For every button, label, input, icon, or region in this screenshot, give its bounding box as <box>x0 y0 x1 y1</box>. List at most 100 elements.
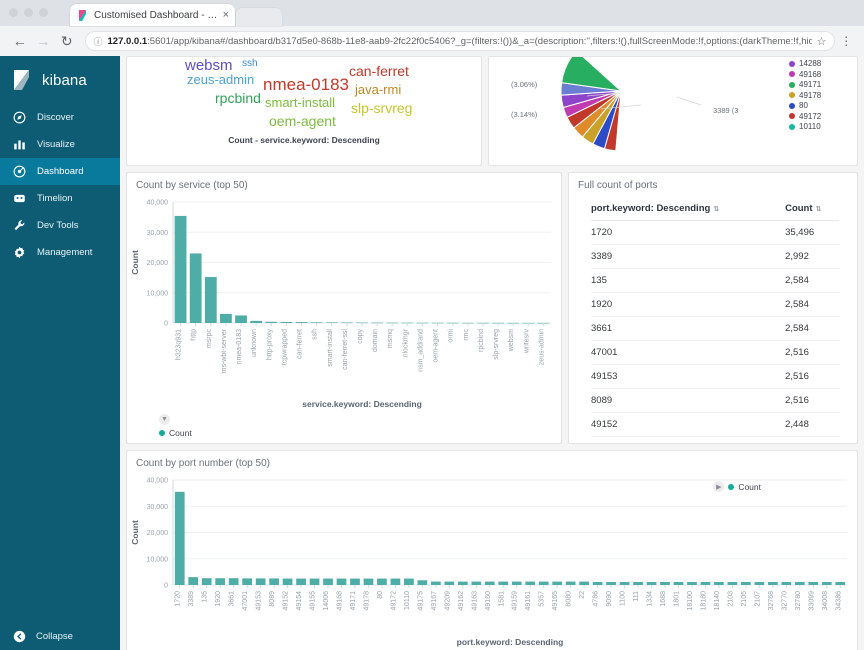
bar[interactable] <box>323 578 333 585</box>
table-row[interactable]: 1720 35,496 <box>591 220 839 245</box>
sidebar-item-discover[interactable]: Discover <box>0 104 120 131</box>
bar[interactable] <box>619 581 630 585</box>
bar[interactable] <box>336 578 347 585</box>
close-tab-button[interactable]: × <box>223 9 229 21</box>
chevron-right-icon[interactable]: ▶ <box>713 481 725 492</box>
bar[interactable] <box>444 581 455 585</box>
panel-full-count-of-ports[interactable]: Full count of ports port.keyword: Descen… <box>568 172 858 444</box>
sort-icon[interactable]: ⇅ <box>816 206 822 213</box>
bar[interactable] <box>340 322 353 324</box>
table-row[interactable]: 3661 2,584 <box>591 316 839 341</box>
legend-item[interactable]: 49171 <box>789 80 857 89</box>
panel-count-by-service[interactable]: Count by service (top 50) 0 10,000 20,000 3… <box>126 172 562 444</box>
bookmark-star-icon[interactable]: ☆ <box>817 35 827 48</box>
tag-cloud-item[interactable]: oem-agent <box>269 113 336 129</box>
address-bar[interactable]: ⓘ 127.0.0.1:5601/app/kibana#/dashboard/b… <box>84 31 836 51</box>
bar[interactable] <box>714 581 724 585</box>
pie-chart-visualization[interactable]: (3.06%) (3.14%) 3389 (3 <box>489 57 785 165</box>
tag-cloud-visualization[interactable]: websm ssh zeus-admin nmea-0183 can-ferret jav… <box>127 57 481 133</box>
sidebar-item-visualize[interactable]: Visualize <box>0 131 120 158</box>
table-row[interactable]: 49152 2,448 <box>591 412 839 437</box>
column-header-count[interactable]: Count ⇅ <box>785 198 839 221</box>
bar[interactable] <box>579 581 589 585</box>
bar[interactable] <box>220 313 232 323</box>
bar[interactable] <box>204 277 217 323</box>
bar[interactable] <box>794 581 805 585</box>
sort-icon[interactable]: ⇅ <box>713 206 719 213</box>
bar[interactable] <box>808 581 819 585</box>
bar[interactable] <box>282 578 293 585</box>
bar[interactable] <box>741 581 751 585</box>
browser-menu-icon[interactable]: ⋮ <box>837 35 855 47</box>
bar[interactable] <box>201 578 212 585</box>
service-chart-visualization[interactable]: 0 10,000 20,000 30,000 40,000 h323q931 http msr… <box>127 194 561 414</box>
bar[interactable] <box>265 321 278 323</box>
bar[interactable] <box>565 581 576 585</box>
legend-item[interactable]: 49178 <box>789 91 857 100</box>
bar[interactable] <box>835 581 846 585</box>
site-info-icon[interactable]: ⓘ <box>94 35 103 48</box>
legend-item[interactable]: 10110 <box>789 122 857 131</box>
bar[interactable] <box>310 322 323 323</box>
table-row[interactable]: 3389 2,992 <box>591 244 839 269</box>
tag-cloud-item[interactable]: can-ferret <box>349 63 409 79</box>
bar[interactable] <box>498 581 509 585</box>
tag-cloud-item[interactable]: nmea-0183 <box>263 75 349 95</box>
bar[interactable] <box>606 581 616 585</box>
bar[interactable] <box>592 581 603 585</box>
table-row[interactable]: 47001 2,516 <box>591 340 839 365</box>
port-chart-legend[interactable]: ▶ Count <box>713 481 761 492</box>
bar[interactable] <box>350 578 360 585</box>
tag-cloud-item[interactable]: ssh <box>242 58 258 69</box>
reload-button[interactable]: ↻ <box>56 30 78 52</box>
back-button[interactable]: ← <box>9 30 31 52</box>
panel-pie-chart[interactable]: (3.06%) (3.14%) 3389 (3 14288 49168 49171 491… <box>488 56 858 166</box>
bar[interactable] <box>431 581 441 585</box>
pie-slices[interactable] <box>560 56 623 152</box>
pie-chart-legend[interactable]: 14288 49168 49171 49178 80 49172 10110 <box>785 57 857 165</box>
bar[interactable] <box>309 578 320 585</box>
table-row[interactable]: 8089 2,516 <box>591 388 839 413</box>
legend-item[interactable]: 49168 <box>789 70 857 79</box>
bar[interactable] <box>700 581 711 585</box>
bar[interactable] <box>188 577 199 585</box>
bar[interactable] <box>250 320 263 323</box>
bar[interactable] <box>633 581 643 585</box>
bar[interactable] <box>646 581 657 585</box>
bar[interactable] <box>768 581 778 585</box>
maximize-window-button[interactable] <box>39 8 48 17</box>
sidebar-item-management[interactable]: Management <box>0 239 120 266</box>
bar[interactable] <box>363 578 374 585</box>
bar[interactable] <box>511 581 522 585</box>
bar[interactable] <box>280 321 293 323</box>
chevron-down-icon[interactable]: ▼ <box>159 414 170 425</box>
minimize-window-button[interactable] <box>24 8 33 17</box>
bar[interactable] <box>242 578 252 585</box>
tag-cloud-item[interactable]: slp-srvreg <box>351 100 412 116</box>
sidebar-item-dev-tools[interactable]: Dev Tools <box>0 212 120 239</box>
bar[interactable] <box>228 578 239 585</box>
bar[interactable] <box>727 581 738 585</box>
bar[interactable] <box>538 581 549 585</box>
table-row[interactable]: 49153 2,516 <box>591 364 839 389</box>
service-chart-legend[interactable]: ▼ <box>159 414 170 425</box>
bar[interactable] <box>189 253 202 323</box>
port-chart-visualization[interactable]: 0 10,000 20,000 30,000 40,000 1720 3389 135 1920… <box>127 472 857 650</box>
bar[interactable] <box>255 578 266 585</box>
bar[interactable] <box>215 578 226 585</box>
bar[interactable] <box>484 581 495 585</box>
bar[interactable] <box>457 581 468 585</box>
close-window-button[interactable] <box>9 8 18 17</box>
bar[interactable] <box>687 581 697 585</box>
table-row[interactable]: 135 2,584 <box>591 268 839 293</box>
table-row[interactable]: 1920 2,584 <box>591 292 839 317</box>
legend-item[interactable]: 14288 <box>789 59 857 68</box>
column-header-port[interactable]: port.keyword: Descending ⇅ <box>591 198 786 221</box>
bar[interactable] <box>525 581 536 585</box>
tag-cloud-item[interactable]: rpcbind <box>215 90 261 106</box>
bar[interactable] <box>174 215 187 323</box>
tag-cloud-item[interactable]: zeus-admin <box>187 72 254 87</box>
bar[interactable] <box>660 581 670 585</box>
legend-item[interactable]: 49172 <box>789 112 857 121</box>
bar[interactable] <box>325 322 338 323</box>
